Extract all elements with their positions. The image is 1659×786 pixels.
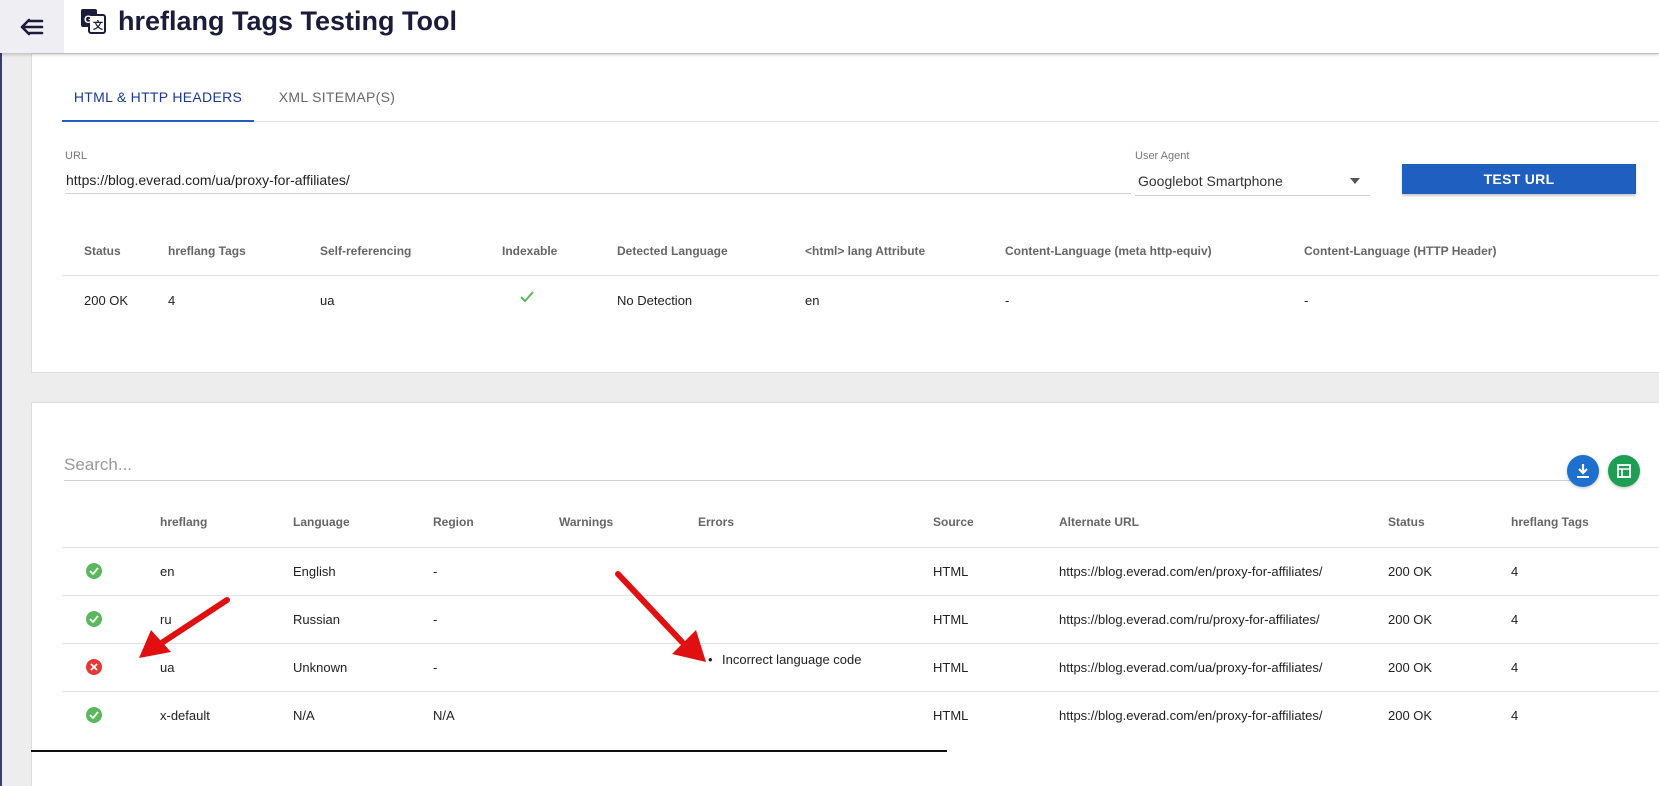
cell-status: 200 OK <box>1388 708 1433 723</box>
summary-detected-language: No Detection <box>617 293 693 308</box>
url-label: URL <box>65 150 88 162</box>
left-rail <box>0 0 2 786</box>
user-agent-label: User Agent <box>1135 150 1190 162</box>
col-meta-content-language: Content-Language (meta http-equiv) <box>1005 244 1212 258</box>
download-icon <box>1577 464 1589 478</box>
cell-alternate-url[interactable]: https://blog.everad.com/en/proxy-for-aff… <box>1059 708 1323 723</box>
download-button[interactable] <box>1567 455 1599 487</box>
arrow-back-menu-icon <box>20 18 44 35</box>
cell-source: HTML <box>933 612 969 627</box>
summary-hreflang-tags: 4 <box>168 293 176 308</box>
col-source: Source <box>933 515 974 529</box>
translate-icon: G 文 <box>81 9 106 34</box>
google-sheets-icon <box>1617 464 1631 478</box>
check-icon <box>520 291 534 306</box>
table-row[interactable]: ru Russian - HTML https://blog.everad.co… <box>62 596 1659 644</box>
annotation-arrow-icon <box>139 597 230 658</box>
app-header: G 文 hreflang Tags Testing Tool <box>0 0 1659 53</box>
cell-language: English <box>293 564 336 579</box>
table-row[interactable]: ua Unknown - • Incorrect language code H… <box>62 644 1659 692</box>
cell-language: Russian <box>293 612 340 627</box>
cell-alternate-url[interactable]: https://blog.everad.com/en/proxy-for-aff… <box>1059 564 1323 579</box>
col-errors: Errors <box>698 515 735 529</box>
summary-row: 200 OK 4 ua No Detection en - - <box>62 276 1659 326</box>
ok-status-icon <box>86 611 102 627</box>
cell-hreflang-tags: 4 <box>1511 612 1519 627</box>
cell-status: 200 OK <box>1388 612 1433 627</box>
export-sheets-button[interactable] <box>1608 455 1640 487</box>
col-http-content-language: Content-Language (HTTP Header) <box>1304 244 1497 258</box>
col-status: Status <box>1388 515 1425 529</box>
col-status: Status <box>84 244 121 258</box>
col-language: Language <box>293 515 350 529</box>
page-title: hreflang Tags Testing Tool <box>118 6 458 36</box>
svg-text:G: G <box>84 14 93 26</box>
table-row[interactable]: en English - HTML https://blog.everad.co… <box>62 548 1659 596</box>
col-hreflang-tags: hreflang Tags <box>168 244 246 258</box>
caret-down-icon <box>1350 178 1360 184</box>
ok-status-icon <box>86 563 102 579</box>
summary-table-header: Status hreflang Tags Self-referencing In… <box>62 230 1659 276</box>
url-input[interactable] <box>65 166 1131 194</box>
col-detected-language: Detected Language <box>617 244 728 258</box>
summary-http-content-language: - <box>1304 293 1309 308</box>
error-item: Incorrect language code <box>722 652 862 667</box>
cell-alternate-url[interactable]: https://blog.everad.com/ru/proxy-for-aff… <box>1059 612 1320 627</box>
back-menu-button[interactable] <box>0 0 64 53</box>
test-form-card: HTML & HTTP HEADERS XML SITEMAP(S) URL U… <box>31 53 1659 373</box>
col-warnings: Warnings <box>559 515 614 529</box>
col-indexable: Indexable <box>502 244 558 258</box>
summary-html-lang: en <box>805 293 820 308</box>
user-agent-value: Googlebot Smartphone <box>1138 173 1283 189</box>
cell-source: HTML <box>933 660 969 675</box>
cell-region: N/A <box>433 708 455 723</box>
col-alternate-url: Alternate URL <box>1059 515 1140 529</box>
table-row[interactable]: x-default N/A N/A HTML https://blog.ever… <box>62 692 1659 740</box>
test-url-button[interactable]: TEST URL <box>1402 164 1636 194</box>
user-agent-select[interactable]: Googlebot Smartphone <box>1135 166 1370 196</box>
cell-source: HTML <box>933 564 969 579</box>
tab-bar: HTML & HTTP HEADERS XML SITEMAP(S) <box>62 76 1659 122</box>
tab-html-http-headers[interactable]: HTML & HTTP HEADERS <box>62 76 254 122</box>
cell-status: 200 OK <box>1388 564 1433 579</box>
cell-status: 200 OK <box>1388 660 1433 675</box>
ok-status-icon <box>86 707 102 723</box>
cell-hreflang-tags: 4 <box>1511 708 1519 723</box>
cell-hreflang: en <box>160 564 175 579</box>
search-input[interactable] <box>64 449 1588 481</box>
col-self-referencing: Self-referencing <box>320 244 412 258</box>
col-region: Region <box>433 515 474 529</box>
cell-region: - <box>433 564 438 579</box>
svg-text:文: 文 <box>93 19 104 32</box>
tab-xml-sitemaps[interactable]: XML SITEMAP(S) <box>262 76 412 122</box>
col-hreflang-tags: hreflang Tags <box>1511 515 1589 529</box>
cell-language: N/A <box>293 708 315 723</box>
summary-self-referencing: ua <box>320 293 335 308</box>
summary-meta-content-language: - <box>1005 293 1010 308</box>
annotation-underline <box>31 750 947 752</box>
cell-hreflang-tags: 4 <box>1511 564 1519 579</box>
results-card: hreflang Language Region Warnings Errors… <box>31 402 1659 786</box>
error-list: • Incorrect language code <box>708 652 862 667</box>
col-hreflang: hreflang <box>160 515 208 529</box>
annotation-arrow-icon <box>615 571 706 662</box>
cell-alternate-url[interactable]: https://blog.everad.com/ua/proxy-for-aff… <box>1059 660 1323 675</box>
cell-region: - <box>433 660 438 675</box>
cell-hreflang: x-default <box>160 708 210 723</box>
results-table-header: hreflang Language Region Warnings Errors… <box>62 500 1659 548</box>
error-status-icon <box>86 659 102 675</box>
summary-status: 200 OK <box>84 293 129 308</box>
col-html-lang: <html> lang Attribute <box>805 244 926 258</box>
cell-hreflang-tags: 4 <box>1511 660 1519 675</box>
cell-source: HTML <box>933 708 969 723</box>
cell-language: Unknown <box>293 660 348 675</box>
cell-region: - <box>433 612 438 627</box>
